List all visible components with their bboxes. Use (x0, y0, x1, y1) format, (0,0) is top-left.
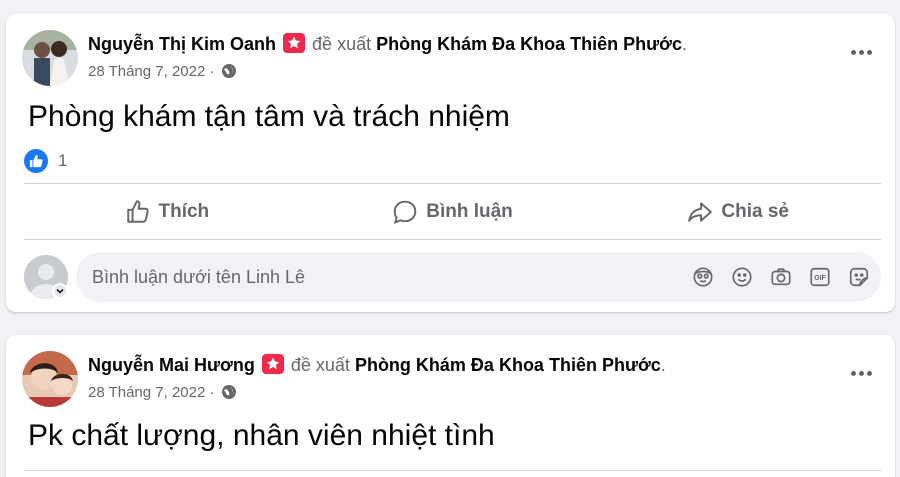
comment-input-container: GIF (76, 252, 881, 302)
period: . (681, 34, 687, 54)
post-timestamp[interactable]: 28 Tháng 7, 2022 (88, 384, 205, 401)
composer-tools: GIF (691, 265, 871, 289)
comment-composer: GIF (24, 252, 881, 302)
globe-icon (221, 384, 237, 404)
avatar-sticker-icon[interactable] (691, 265, 715, 289)
comment-input[interactable] (92, 252, 632, 302)
divider (24, 470, 881, 471)
more-dots-icon (850, 49, 856, 55)
author-name[interactable]: Nguyễn Thị Kim Oanh (88, 34, 276, 54)
like-button[interactable]: Thích (24, 184, 310, 239)
more-dots-icon (850, 370, 856, 376)
svg-text:GIF: GIF (814, 275, 825, 282)
emoji-icon[interactable] (730, 265, 754, 289)
post-header-line: Nguyễn Thị Kim Oanh đề xuất Phòng Khám Đ… (88, 33, 687, 55)
page-name-link[interactable]: Phòng Khám Đa Khoa Thiên Phước (376, 34, 682, 54)
post-text: Pk chất lượng, nhân viên nhiệt tình (28, 419, 495, 452)
sticker-icon[interactable] (847, 265, 871, 289)
post-actions-bar: Thích Bình luận Chia sẻ (24, 184, 881, 239)
thumbs-up-icon (126, 199, 149, 223)
more-options-button[interactable] (841, 38, 881, 66)
post-meta: 28 Tháng 7, 2022 · (88, 63, 237, 83)
camera-icon[interactable] (769, 265, 793, 289)
review-post-card: Nguyễn Thị Kim Oanh đề xuất Phòng Khám Đ… (6, 14, 895, 312)
post-meta: 28 Tháng 7, 2022 · (88, 384, 237, 404)
like-reaction-icon (24, 149, 48, 173)
post-header-line: Nguyễn Mai Hương đề xuất Phòng Khám Đa K… (88, 354, 666, 376)
comment-button[interactable]: Bình luận (310, 184, 596, 239)
recommends-text: đề xuất (312, 34, 372, 54)
reactions-summary[interactable]: 1 (24, 149, 67, 173)
page-name-link[interactable]: Phòng Khám Đa Khoa Thiên Phước (355, 355, 661, 375)
period: . (660, 355, 666, 375)
author-avatar[interactable] (22, 351, 78, 407)
gif-icon[interactable]: GIF (808, 265, 832, 289)
comment-label: Bình luận (426, 200, 513, 222)
meta-separator: · (209, 63, 215, 80)
author-name[interactable]: Nguyễn Mai Hương (88, 355, 255, 375)
share-arrow-icon (688, 201, 713, 222)
share-label: Chia sẻ (721, 200, 789, 222)
recommend-star-icon (283, 33, 306, 53)
review-post-card: Nguyễn Mai Hương đề xuất Phòng Khám Đa K… (6, 335, 895, 477)
globe-icon (221, 63, 237, 83)
divider (24, 239, 881, 240)
reaction-count: 1 (58, 151, 68, 170)
speech-bubble-icon (393, 200, 417, 224)
like-label: Thích (158, 200, 210, 222)
chevron-down-icon[interactable] (52, 283, 68, 299)
recommend-star-icon (261, 354, 284, 374)
post-text: Phòng khám tận tâm và trách nhiệm (28, 100, 510, 133)
post-timestamp[interactable]: 28 Tháng 7, 2022 (88, 63, 205, 80)
meta-separator: · (209, 384, 215, 401)
more-options-button[interactable] (841, 359, 881, 387)
recommends-text: đề xuất (290, 355, 350, 375)
share-button[interactable]: Chia sẻ (595, 184, 881, 239)
author-avatar[interactable] (22, 30, 78, 86)
